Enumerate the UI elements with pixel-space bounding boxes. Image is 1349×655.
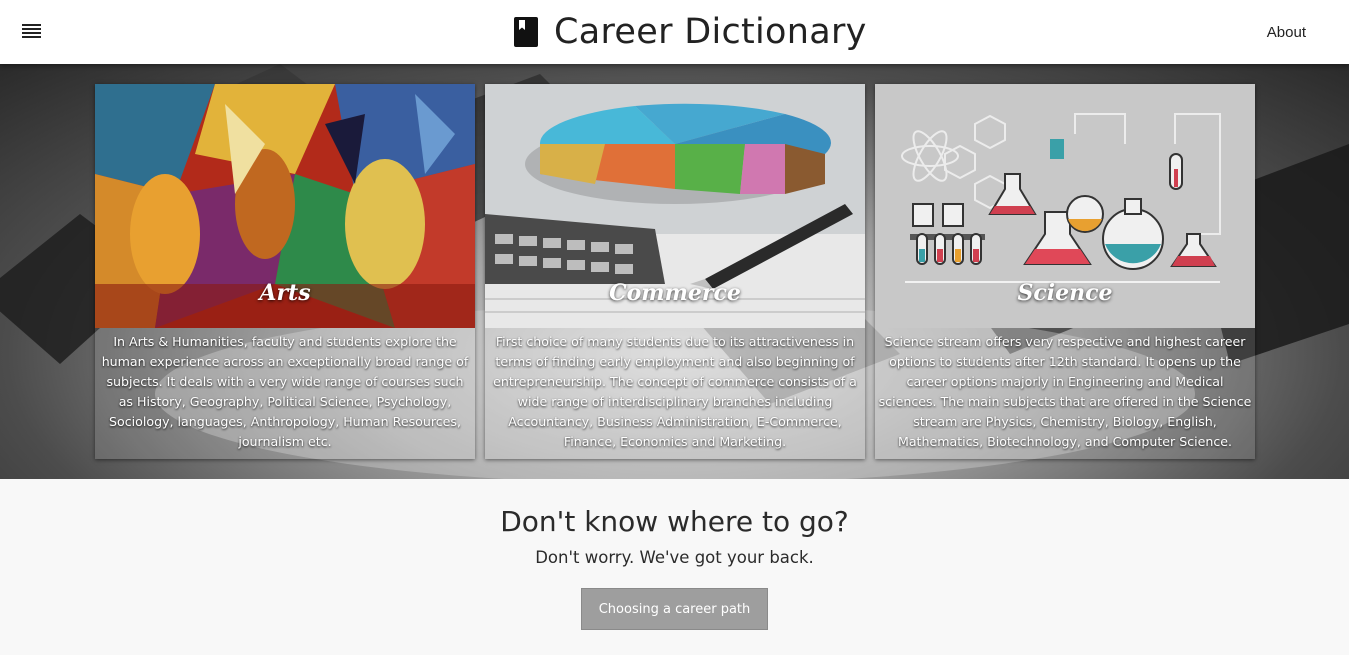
stream-title-commerce: Commerce [609,280,741,306]
career-path-button[interactable]: Choosing a career path [581,588,768,630]
bookmark-book-icon [514,17,538,47]
brand[interactable]: Career Dictionary [514,8,867,56]
stream-title-science: Science [1017,280,1113,306]
stream-title-arts: Arts [259,280,311,306]
stream-description-commerce: First choice of many students due to its… [493,334,857,449]
about-link[interactable]: About [1267,24,1306,41]
stream-description-science: Science stream offers very respective an… [878,334,1252,449]
stream-card-commerce[interactable]: Commerce First choice of many students d… [485,84,865,459]
site-title: Career Dictionary [554,12,867,52]
top-navbar: Career Dictionary About [0,0,1349,64]
stream-description-arts: In Arts & Humanities, faculty and studen… [101,334,469,449]
cta-section: Don't know where to go? Don't worry. We'… [0,479,1349,655]
stream-card-science[interactable]: Science Science stream offers very respe… [875,84,1255,459]
stream-card-arts[interactable]: Arts In Arts & Humanities, faculty and s… [95,84,475,459]
cta-subheading: Don't worry. We've got your back. [535,548,814,567]
hamburger-menu-icon[interactable] [22,24,41,40]
cta-heading: Don't know where to go? [500,505,849,538]
hero-section: Arts In Arts & Humanities, faculty and s… [0,64,1349,479]
